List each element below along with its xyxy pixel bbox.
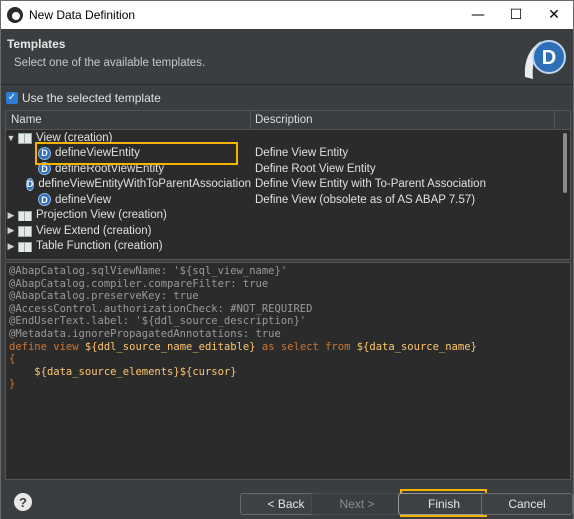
table-scrollbar[interactable] [562, 131, 568, 259]
row-name: defineViewEntityWithToParentAssociation [38, 178, 251, 191]
code-line: @AbapCatalog.preserveKey: true [9, 290, 199, 303]
row-name: Table Function (creation) [36, 240, 163, 253]
code-brace: { [9, 353, 16, 366]
code-line: @EndUserText.label: '${ddl_source_descri… [9, 315, 307, 328]
tree-row-defineview[interactable]: D defineView Define View (obsolete as of… [6, 192, 570, 208]
chevron-down-icon[interactable]: ▼ [6, 133, 16, 143]
use-template-label: Use the selected template [22, 91, 161, 105]
row-name: defineViewEntity [55, 147, 140, 160]
use-template-checkbox[interactable]: ✓ [6, 92, 18, 104]
row-name: View (creation) [36, 131, 113, 144]
tree-row-view-creation[interactable]: ▼ View (creation) [6, 130, 570, 146]
code-line: @AbapCatalog.sqlViewName: '${sql_view_na… [9, 265, 288, 277]
tree-row-defineviewentity[interactable]: D defineViewEntity Define View Entity [6, 146, 570, 162]
code-variable: ${data_source_name} [356, 340, 477, 353]
page-description: Select one of the available templates. [14, 57, 206, 69]
chevron-right-icon[interactable]: ▶ [6, 225, 16, 236]
row-description: Define Root View Entity [255, 162, 376, 175]
code-variable: ${data_source_elements}${cursor} [34, 365, 237, 378]
row-description: Define View Entity with To-Parent Associ… [255, 178, 486, 191]
code-keyword: as select from [261, 340, 351, 353]
cancel-button[interactable]: Cancel [481, 493, 573, 515]
book-icon [18, 210, 32, 222]
templates-table: Name Description ▼ View (creation) D def… [5, 110, 571, 260]
ddl-template-icon: D [38, 162, 51, 176]
page-title: Templates [7, 37, 66, 51]
code-keyword: define view [9, 340, 79, 353]
code-variable: ${ddl_source_name_editable} [84, 340, 256, 353]
scrollbar-thumb[interactable] [563, 133, 567, 193]
ddl-template-icon: D [38, 146, 51, 160]
code-line: @AccessControl.authorizationCheck: #NOT_… [9, 302, 313, 315]
column-description[interactable]: Description [251, 111, 555, 129]
close-button[interactable]: ✕ [535, 1, 573, 29]
row-name: defineView [55, 193, 112, 206]
finish-button[interactable]: Finish [398, 493, 490, 515]
code-line: @Metadata.ignorePropagatedAnnotations: t… [9, 327, 281, 340]
window-title: New Data Definition [29, 8, 136, 22]
tree-row-table-function[interactable]: ▶ Table Function (creation) [6, 239, 570, 255]
ddl-template-icon: D [25, 177, 35, 191]
chevron-right-icon[interactable]: ▶ [6, 241, 16, 252]
row-name: defineRootViewEntity [55, 162, 165, 175]
maximize-button[interactable]: ☐ [497, 1, 535, 29]
row-name: Projection View (creation) [36, 209, 167, 222]
code-brace: } [9, 378, 16, 391]
row-description: Define View (obsolete as of AS ABAP 7.57… [255, 193, 476, 206]
title-bar: New Data Definition — ☐ ✕ [1, 1, 573, 29]
tree-row-definerootviewentity[interactable]: D defineRootViewEntity Define Root View … [6, 161, 570, 177]
book-icon [18, 132, 32, 144]
logo-letter: D [542, 47, 556, 69]
tree-row-projection-view[interactable]: ▶ Projection View (creation) [6, 208, 570, 224]
template-preview: @AbapCatalog.sqlViewName: '${sql_view_na… [5, 262, 571, 480]
table-header: Name Description [6, 111, 570, 130]
book-icon [18, 241, 32, 253]
dialog-window: New Data Definition — ☐ ✕ Templates Sele… [0, 0, 574, 519]
button-bar: ? < Back Next > Finish Cancel [1, 483, 573, 519]
minimize-button[interactable]: — [459, 1, 497, 29]
wizard-header: Templates Select one of the available te… [1, 29, 573, 85]
code-line: @AbapCatalog.compiler.compareFilter: tru… [9, 277, 269, 290]
book-icon [18, 225, 32, 237]
ddl-logo-icon: D [524, 40, 566, 79]
ddl-template-icon: D [38, 193, 51, 207]
help-icon[interactable]: ? [14, 493, 32, 511]
eclipse-icon [7, 7, 23, 23]
row-name: View Extend (creation) [36, 224, 152, 237]
tree-row-view-extend[interactable]: ▶ View Extend (creation) [6, 223, 570, 239]
use-template-row[interactable]: ✓ Use the selected template [6, 91, 161, 105]
column-name[interactable]: Name [6, 111, 251, 129]
row-description: Define View Entity [255, 147, 349, 160]
chevron-right-icon[interactable]: ▶ [6, 210, 16, 221]
tree-row-defineviewentitywithtoparent[interactable]: D defineViewEntityWithToParentAssociatio… [6, 177, 570, 193]
next-button[interactable]: Next > [311, 493, 403, 515]
